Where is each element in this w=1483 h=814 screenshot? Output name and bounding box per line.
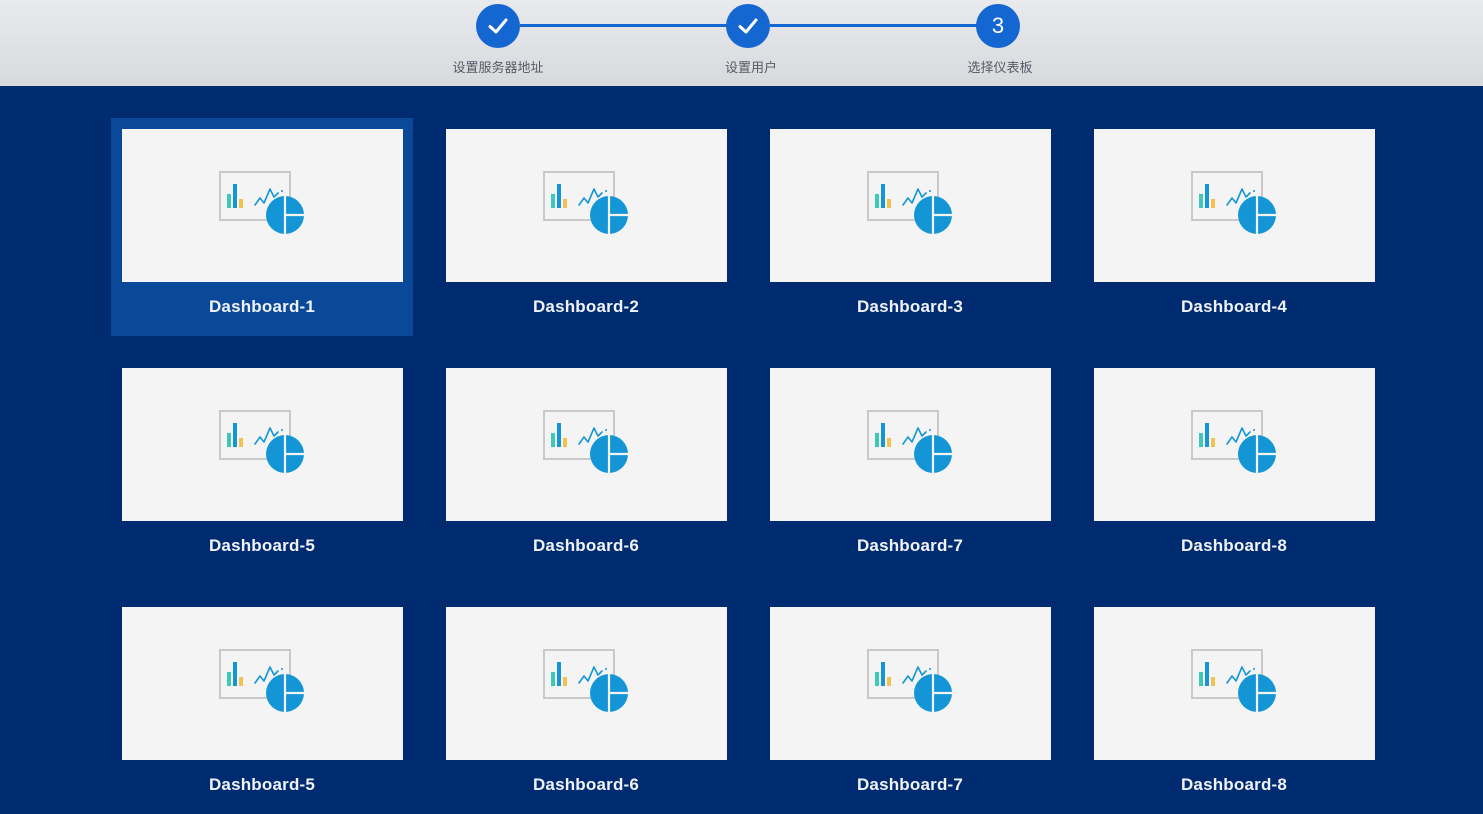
dashboard-thumbnail[interactable] xyxy=(770,607,1051,760)
dashboard-thumbnail[interactable] xyxy=(446,129,727,282)
dashboard-chart-icon xyxy=(1190,409,1276,473)
dashboard-thumbnail[interactable] xyxy=(1094,607,1375,760)
dashboard-thumbnail[interactable] xyxy=(122,368,403,521)
dashboard-card[interactable]: Dashboard-5 xyxy=(111,357,413,575)
dashboard-card[interactable]: Dashboard-4 xyxy=(1083,118,1385,336)
dashboard-grid: Dashboard-1 Dashboard-2 Dashboard-3 Dash… xyxy=(0,86,1483,812)
check-icon xyxy=(488,18,508,34)
dashboard-chart-icon xyxy=(866,170,952,234)
dashboard-chart-icon xyxy=(542,409,628,473)
dashboard-card-label: Dashboard-1 xyxy=(208,297,316,316)
dashboard-card[interactable]: Dashboard-6 xyxy=(435,596,737,814)
dashboard-card-label: Dashboard-3 xyxy=(856,297,964,316)
dashboard-card-label: Dashboard-5 xyxy=(208,536,316,555)
check-icon xyxy=(738,18,758,34)
dashboard-card-label: Dashboard-6 xyxy=(532,536,640,555)
dashboard-card-label: Dashboard-6 xyxy=(532,775,640,794)
dashboard-chart-icon xyxy=(542,648,628,712)
dashboard-card[interactable]: Dashboard-1 xyxy=(111,118,413,336)
dashboard-thumbnail[interactable] xyxy=(770,129,1051,282)
step-3-number: 3 xyxy=(991,13,1005,38)
step-3-label: 选择仪表板 xyxy=(967,61,1033,76)
setup-stepper: 设置服务器地址 设置用户 3 选择仪表板 xyxy=(0,0,1483,86)
dashboard-card[interactable]: Dashboard-8 xyxy=(1083,596,1385,814)
dashboard-chart-icon xyxy=(218,648,304,712)
dashboard-chart-icon xyxy=(1190,170,1276,234)
dashboard-thumbnail[interactable] xyxy=(1094,129,1375,282)
dashboard-card[interactable]: Dashboard-2 xyxy=(435,118,737,336)
stepper-connector-1 xyxy=(520,24,728,27)
dashboard-thumbnail[interactable] xyxy=(446,368,727,521)
dashboard-card-label: Dashboard-4 xyxy=(1180,297,1288,316)
step-2-label: 设置用户 xyxy=(724,61,777,76)
dashboard-card-label: Dashboard-7 xyxy=(856,775,964,794)
dashboard-chart-icon xyxy=(1190,648,1276,712)
dashboard-thumbnail[interactable] xyxy=(122,129,403,282)
step-1-indicator[interactable] xyxy=(476,4,520,48)
dashboard-card-label: Dashboard-8 xyxy=(1180,536,1288,555)
dashboard-thumbnail[interactable] xyxy=(1094,368,1375,521)
stepper-connector-2 xyxy=(770,24,978,27)
dashboard-chart-icon xyxy=(542,170,628,234)
dashboard-card[interactable]: Dashboard-3 xyxy=(759,118,1061,336)
dashboard-chart-icon xyxy=(866,409,952,473)
dashboard-chart-icon xyxy=(218,170,304,234)
dashboard-card[interactable]: Dashboard-7 xyxy=(759,596,1061,814)
dashboard-card[interactable]: Dashboard-6 xyxy=(435,357,737,575)
step-3-indicator[interactable]: 3 xyxy=(976,4,1020,48)
dashboard-chart-icon xyxy=(218,409,304,473)
dashboard-chart-icon xyxy=(866,648,952,712)
dashboard-thumbnail[interactable] xyxy=(770,368,1051,521)
dashboard-card-label: Dashboard-5 xyxy=(208,775,316,794)
step-2-indicator[interactable] xyxy=(726,4,770,48)
dashboard-card-label: Dashboard-8 xyxy=(1180,775,1288,794)
dashboard-card[interactable]: Dashboard-8 xyxy=(1083,357,1385,575)
dashboard-card[interactable]: Dashboard-5 xyxy=(111,596,413,814)
dashboard-card[interactable]: Dashboard-7 xyxy=(759,357,1061,575)
dashboard-thumbnail[interactable] xyxy=(122,607,403,760)
dashboard-thumbnail[interactable] xyxy=(446,607,727,760)
step-1-label: 设置服务器地址 xyxy=(452,61,544,76)
dashboard-card-label: Dashboard-7 xyxy=(856,536,964,555)
dashboard-card-label: Dashboard-2 xyxy=(532,297,640,316)
